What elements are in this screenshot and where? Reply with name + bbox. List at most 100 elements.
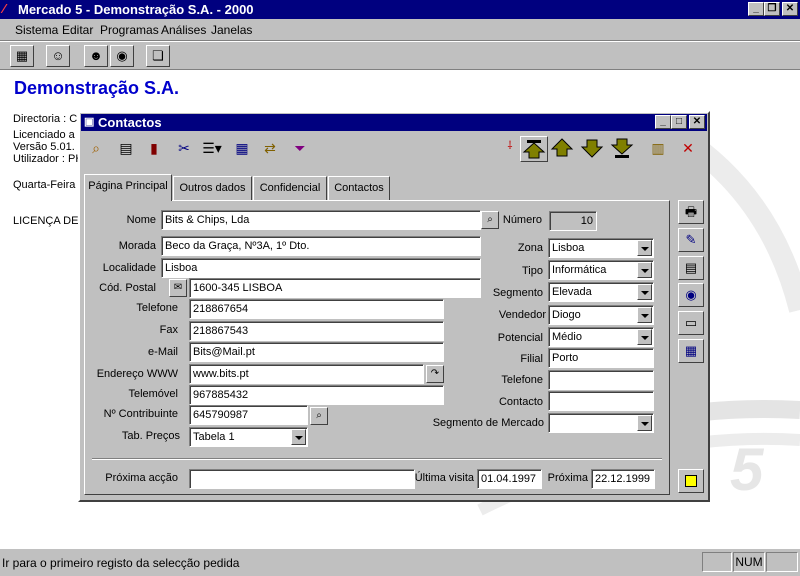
zona-select[interactable]: Lisboa (548, 238, 654, 258)
fax-label: Fax (159, 324, 178, 336)
telefone2-label: Telefone (501, 374, 543, 386)
email-input[interactable]: Bits@Mail.pt (189, 342, 444, 362)
table-icon[interactable]: ▤ (114, 136, 138, 160)
tab-precos-select[interactable]: Tabela 1 (189, 427, 308, 447)
contribuinte-input[interactable]: 645790987 (189, 405, 308, 425)
segmento-select[interactable]: Elevada (548, 282, 654, 302)
restore-button[interactable]: ❐ (764, 2, 780, 16)
segmento-value: Elevada (552, 286, 592, 298)
exit-icon[interactable]: ✕ (676, 136, 700, 160)
status-message: Ir para o primeiro registo da selecção p… (2, 556, 240, 570)
company-heading: Demonstração S.A. (14, 78, 180, 98)
first-record-button[interactable] (520, 136, 548, 162)
chevron-down-icon[interactable] (637, 307, 652, 323)
chevron-down-icon[interactable] (637, 262, 652, 278)
transfer-icon[interactable]: ⇄ (258, 136, 282, 160)
telefone2-input[interactable] (548, 370, 654, 390)
notes-icon: ▭ (684, 315, 698, 330)
confirm-button[interactable] (678, 469, 704, 493)
list-dropdown-icon[interactable]: ☰▾ (200, 136, 224, 160)
proxima-input[interactable]: 22.12.1999 (591, 469, 655, 489)
edit-pen-button[interactable]: ✎ (678, 228, 704, 252)
printer-icon: 🖶 (684, 204, 698, 219)
potencial-select[interactable]: Médio (548, 327, 654, 347)
chevron-down-icon[interactable] (637, 284, 652, 300)
cod-postal-input[interactable]: 1600-345 LISBOA (189, 278, 481, 298)
tipo-select[interactable]: Informática (548, 260, 654, 280)
proxima-accao-label: Próxima acção (105, 472, 178, 484)
minimize-button[interactable]: _ (748, 2, 764, 16)
ultima-visita-input[interactable]: 01.04.1997 (477, 469, 542, 489)
status-bar: Ir para o primeiro registo da selecção p… (0, 548, 800, 576)
grid-icon: ▦ (684, 343, 698, 358)
telefone-label: Telefone (136, 302, 178, 314)
notes-button[interactable]: ▭ (678, 311, 704, 335)
archive-button[interactable]: ▤ (678, 256, 704, 280)
filter-icon[interactable]: ⏷ (288, 136, 312, 160)
filial-input[interactable]: Porto (548, 348, 654, 368)
localidade-input[interactable]: Lisboa (161, 258, 481, 278)
proxima-accao-input[interactable] (189, 469, 415, 489)
contribuinte-label: Nº Contribuinte (103, 408, 178, 420)
chevron-down-icon[interactable] (637, 415, 652, 431)
user-icon[interactable]: ☺ (46, 45, 70, 67)
dialog-icon: ▣ (84, 116, 95, 128)
dialog-minimize-button[interactable]: _ (655, 115, 671, 129)
menu-sistema[interactable]: Sistema (15, 23, 58, 37)
chevron-down-icon[interactable] (637, 240, 652, 256)
users-icon[interactable]: ☻ (84, 45, 108, 67)
dialog-title: Contactos (98, 115, 162, 130)
network-button[interactable]: ◉ (678, 283, 704, 307)
app-icon: ⁄ (3, 1, 6, 16)
book-icon[interactable]: ▮ (142, 136, 166, 160)
dialog-maximize-button[interactable]: □ (671, 115, 687, 129)
calculator-icon[interactable]: ▦ (10, 45, 34, 67)
menu-programas[interactable]: Programas (100, 23, 159, 37)
bg-line: Licenciado a (13, 129, 75, 141)
pin-icon[interactable]: ⸸ (498, 134, 522, 158)
menu-janelas[interactable]: Janelas (211, 23, 252, 37)
vendedor-select[interactable]: Diogo (548, 305, 654, 325)
previous-record-icon[interactable] (550, 136, 574, 160)
print-labels-icon[interactable]: ▥ (646, 136, 670, 160)
telemovel-input[interactable]: 967885432 (189, 385, 444, 405)
contribuinte-search-button[interactable]: ⌕ (310, 407, 328, 425)
morada-input[interactable]: Beco da Graça, Nº3A, 1º Dto. (161, 236, 481, 256)
telemovel-label: Telemóvel (128, 388, 178, 400)
cut-icon[interactable]: ✂ (172, 136, 196, 160)
dialog-close-button[interactable]: ✕ (689, 115, 705, 129)
envelope-icon: ✉ (173, 282, 183, 293)
last-record-icon[interactable] (610, 136, 634, 160)
grid-button[interactable]: ▦ (678, 339, 704, 363)
menu-analises[interactable]: Análises (161, 23, 206, 37)
ultima-visita-label: Última visita (414, 472, 474, 484)
close-button[interactable]: ✕ (782, 2, 798, 16)
nome-input[interactable]: Bits & Chips, Lda (161, 210, 481, 230)
www-input[interactable]: www.bits.pt (189, 364, 424, 384)
cabinet-icon: ▤ (684, 260, 698, 275)
tab-outros-dados[interactable]: Outros dados (173, 176, 252, 200)
window-icon[interactable]: ❏ (146, 45, 170, 67)
pen-icon: ✎ (685, 232, 697, 247)
search-record-icon[interactable]: ⌕ (84, 136, 108, 160)
fax-input[interactable]: 218867543 (189, 321, 444, 341)
tab-confidencial[interactable]: Confidencial (253, 176, 327, 200)
main-toolbar: ▦ ☺ ☻ ◉ ❏ (0, 42, 800, 70)
print-button[interactable]: 🖶 (678, 200, 704, 224)
seg-mercado-select[interactable] (548, 413, 654, 433)
contacto-input[interactable] (548, 391, 654, 411)
network-icon[interactable]: ◉ (110, 45, 134, 67)
chevron-down-icon[interactable] (291, 429, 306, 445)
contacto-label: Contacto (498, 396, 543, 408)
bg-line: Directoria : C: (13, 113, 81, 125)
chevron-down-icon[interactable] (637, 329, 652, 345)
telefone-input[interactable]: 218867654 (189, 299, 444, 319)
next-record-icon[interactable] (580, 136, 604, 160)
report-icon[interactable]: ▦ (230, 136, 254, 160)
tab-pagina-principal[interactable]: Página Principal (84, 174, 172, 201)
cod-postal-lookup-button[interactable]: ✉ (169, 279, 187, 297)
tab-contactos[interactable]: Contactos (328, 176, 390, 200)
menu-editar[interactable]: Editar (62, 23, 93, 37)
status-panel-right (766, 552, 798, 572)
svg-text:5: 5 (730, 436, 765, 503)
